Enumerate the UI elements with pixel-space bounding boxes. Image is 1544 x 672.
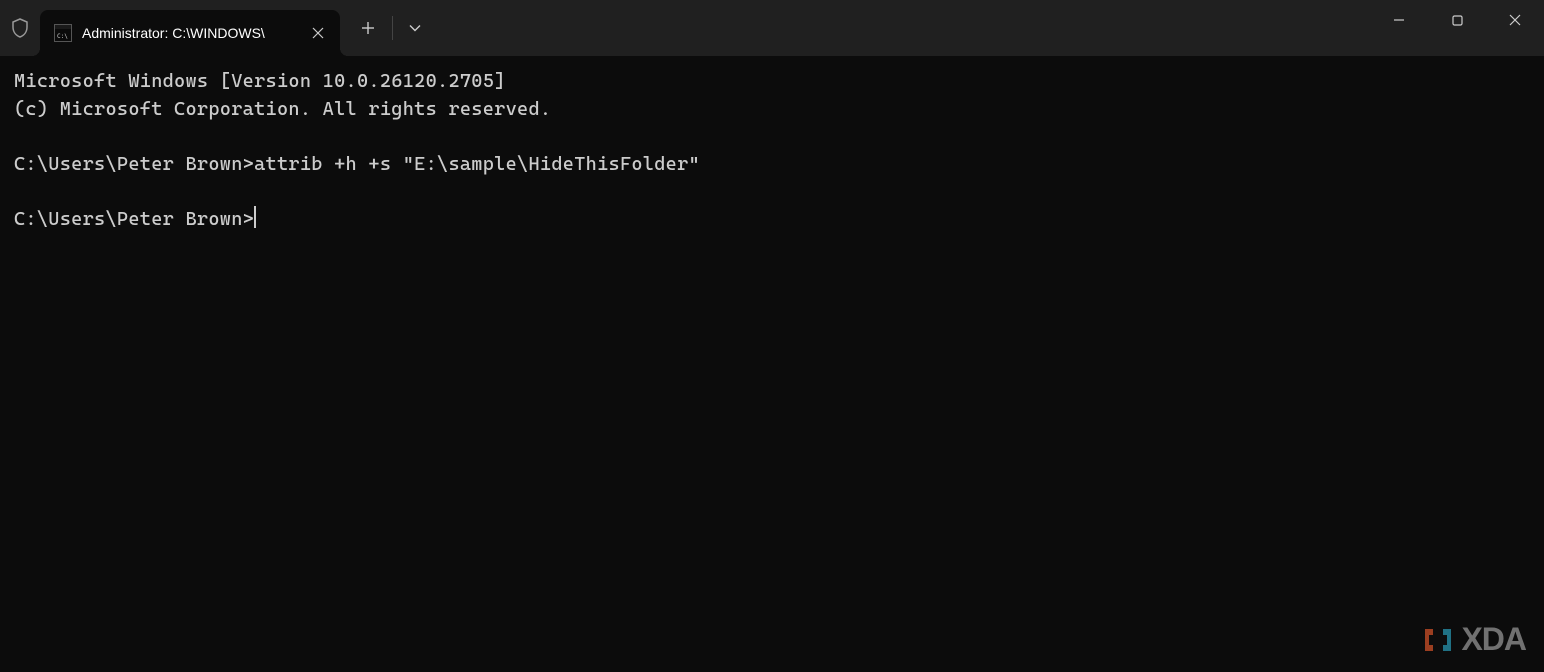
title-bar: C:\ Administrator: C:\WINDOWS\ [0, 0, 1544, 56]
active-tab[interactable]: C:\ Administrator: C:\WINDOWS\ [40, 10, 340, 56]
maximize-button[interactable] [1428, 0, 1486, 40]
xda-logo-icon [1421, 623, 1455, 657]
watermark: XDA [1421, 621, 1526, 658]
terminal-prompt: C:\Users\Peter Brown> [14, 208, 254, 230]
terminal-output[interactable]: Microsoft Windows [Version 10.0.26120.27… [0, 56, 1544, 245]
watermark-text: XDA [1461, 621, 1526, 658]
tab-dropdown-button[interactable] [397, 8, 433, 48]
close-button[interactable] [1486, 0, 1544, 40]
cmd-icon: C:\ [54, 24, 72, 42]
window-controls [1370, 0, 1544, 40]
terminal-line: (c) Microsoft Corporation. All rights re… [14, 98, 551, 120]
toolbar-divider [392, 16, 393, 40]
minimize-button[interactable] [1370, 0, 1428, 40]
tab-close-button[interactable] [304, 19, 332, 47]
cursor [254, 206, 256, 228]
terminal-line: Microsoft Windows [Version 10.0.26120.27… [14, 70, 506, 92]
terminal-line: C:\Users\Peter Brown>attrib +h +s "E:\sa… [14, 153, 700, 175]
tab-title: Administrator: C:\WINDOWS\ [82, 25, 294, 41]
new-tab-button[interactable] [348, 8, 388, 48]
